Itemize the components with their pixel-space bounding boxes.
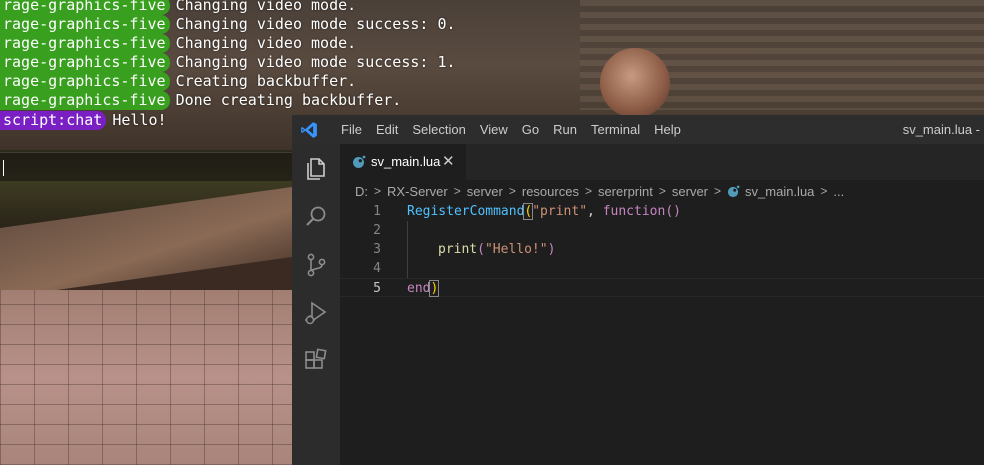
log-text: Changing video mode.	[175, 0, 357, 14]
title-bar: File Edit Selection View Go Run Terminal…	[292, 115, 984, 144]
code-token: )	[429, 280, 440, 297]
lua-file-icon	[727, 185, 740, 198]
code-token: ,	[587, 204, 603, 219]
text-caret	[3, 160, 4, 176]
line-number: 5	[373, 281, 381, 296]
menu-bar: File Edit Selection View Go Run Terminal…	[334, 115, 688, 144]
menu-view[interactable]: View	[473, 115, 515, 144]
code-token: "print"	[532, 204, 588, 219]
code-text: end)	[407, 279, 440, 298]
code-token: RegisterCommand	[407, 204, 525, 219]
code-token: "Hello!"	[484, 242, 548, 257]
menu-run[interactable]: Run	[546, 115, 584, 144]
chevron-right-icon: >	[374, 184, 382, 198]
chevron-right-icon: >	[820, 184, 828, 198]
log-line: rage-graphics-five Done creating backbuff…	[0, 91, 401, 110]
log-text: Changing video mode.	[175, 34, 357, 52]
chevron-right-icon: >	[453, 184, 461, 198]
source-control-icon[interactable]	[302, 251, 330, 279]
tab-bar: sv_main.lua ✕	[340, 144, 984, 180]
close-icon[interactable]: ✕	[442, 144, 455, 180]
menu-file[interactable]: File	[334, 115, 369, 144]
code-token: )	[547, 242, 556, 257]
log-tag: rage-graphics-five	[0, 91, 170, 110]
code-token: end	[407, 281, 431, 296]
breadcrumb-item[interactable]: RX-Server	[387, 184, 448, 199]
code-line: 4	[340, 259, 984, 278]
breadcrumb-item[interactable]: server	[672, 184, 708, 199]
search-icon[interactable]	[302, 203, 330, 231]
activity-bar	[292, 144, 340, 465]
code-token: (	[477, 242, 485, 257]
code-line: 2	[340, 221, 984, 240]
line-number: 4	[373, 261, 381, 276]
explorer-icon[interactable]	[302, 155, 330, 183]
chevron-right-icon: >	[508, 184, 516, 198]
code-token: print	[438, 242, 478, 257]
line-number: 1	[373, 204, 381, 219]
log-text: Changing video mode success: 0.	[175, 15, 456, 33]
menu-selection[interactable]: Selection	[405, 115, 472, 144]
log-tag: rage-graphics-five	[0, 34, 170, 53]
background-character	[600, 48, 670, 118]
log-text: Done creating backbuffer.	[175, 91, 402, 109]
log-tag: rage-graphics-five	[0, 72, 170, 91]
line-number: 2	[373, 223, 381, 238]
vscode-logo-icon	[300, 121, 318, 139]
extensions-icon[interactable]	[302, 347, 330, 375]
line-number: 3	[373, 242, 381, 257]
log-tag: rage-graphics-five	[0, 53, 170, 72]
log-text: Hello!	[112, 111, 167, 129]
log-line: rage-graphics-five Creating backbuffer.	[0, 72, 356, 91]
log-line: rage-graphics-five Changing video mode.	[0, 0, 356, 15]
run-debug-icon[interactable]	[302, 299, 330, 327]
breadcrumb-item[interactable]: sv_main.lua	[745, 184, 814, 199]
breadcrumb-item[interactable]: resources	[522, 184, 579, 199]
log-text: Creating backbuffer.	[175, 72, 357, 90]
log-text: Changing video mode success: 1.	[175, 53, 456, 71]
menu-help[interactable]: Help	[647, 115, 688, 144]
code-line: 3 print("Hello!")	[340, 240, 984, 259]
menu-terminal[interactable]: Terminal	[584, 115, 647, 144]
tab-label: sv_main.lua	[371, 154, 441, 169]
code-text: RegisterCommand("print", function()	[407, 202, 681, 221]
code-line-active: 5 end)	[340, 278, 984, 297]
tab-sv-main-lua[interactable]: sv_main.lua ✕	[340, 144, 466, 180]
chevron-right-icon: >	[714, 184, 722, 198]
code-line: 1 RegisterCommand("print", function()	[340, 202, 984, 221]
log-tag: rage-graphics-five	[0, 15, 170, 34]
indent-guide	[407, 221, 408, 278]
breadcrumb-item[interactable]: sererprint	[598, 184, 653, 199]
log-line: script:chat Hello!	[0, 111, 167, 130]
menu-edit[interactable]: Edit	[369, 115, 405, 144]
window-title: sv_main.lua -	[902, 122, 980, 137]
lua-file-icon	[352, 155, 366, 169]
breadcrumb-item[interactable]: ...	[833, 184, 844, 199]
code-editor[interactable]: 1 RegisterCommand("print", function() 2 …	[340, 202, 984, 465]
code-token: function	[602, 204, 666, 219]
breadcrumb-item[interactable]: server	[467, 184, 503, 199]
code-text: print("Hello!")	[438, 240, 555, 259]
log-line: rage-graphics-five Changing video mode su…	[0, 15, 456, 34]
log-tag: rage-graphics-five	[0, 0, 170, 15]
vscode-window: File Edit Selection View Go Run Terminal…	[292, 115, 984, 465]
chevron-right-icon: >	[584, 184, 592, 198]
menu-go[interactable]: Go	[515, 115, 546, 144]
log-line: rage-graphics-five Changing video mode su…	[0, 53, 456, 72]
code-token: ()	[665, 204, 681, 219]
log-tag: script:chat	[0, 111, 107, 130]
chat-input[interactable]	[0, 152, 292, 181]
background-pavement	[0, 290, 300, 465]
log-line: rage-graphics-five Changing video mode.	[0, 34, 356, 53]
breadcrumb: D: > RX-Server > server > resources > sererp…	[340, 180, 984, 202]
chevron-right-icon: >	[658, 184, 666, 198]
breadcrumb-item[interactable]: D:	[355, 184, 368, 199]
